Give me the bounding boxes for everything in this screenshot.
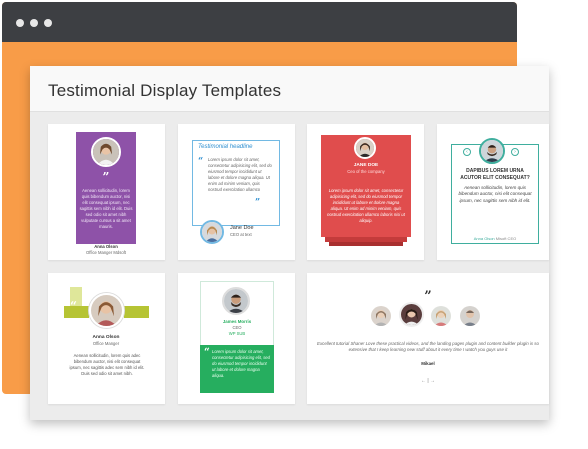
- author-line: Anna Olson Misoft CEO: [455, 236, 535, 241]
- quote-icon: ”: [424, 289, 432, 304]
- avatar: [354, 137, 376, 159]
- avatar: [200, 220, 224, 244]
- stage: Testimonial Display Templates ” Aenean s…: [0, 0, 588, 449]
- author-role: Office Manger Mdsoft: [86, 250, 126, 255]
- testimonial-text: Aenean sollicitudin, lorem quis adec bib…: [69, 353, 145, 376]
- avatar[interactable]: [371, 306, 391, 326]
- testimonial-text: Aenean sollicitudin, lorem quis bibendum…: [458, 185, 532, 203]
- author-name: Jane Doe: [230, 225, 254, 231]
- testimonial-title: DAPIBUS LOREM URNA ACUTOR ELIT CONSEQUAT…: [460, 168, 530, 181]
- author-name: James Morris: [222, 319, 252, 324]
- quote-icon: ”: [102, 170, 110, 184]
- previous-arrow-icon[interactable]: ‹: [463, 148, 471, 156]
- template-card-red[interactable]: JANE DOE Ceo of the company Lorem ipsum …: [307, 124, 424, 260]
- template-card-blue-outline[interactable]: Testimonial headline “ Lorem ipsum dolor…: [178, 124, 295, 260]
- quote-icon: “: [204, 347, 210, 358]
- author-company: WP SUB: [228, 331, 246, 336]
- quote-icon: “: [70, 299, 77, 313]
- author-role: Misoft CEO: [495, 236, 517, 241]
- avatar: [89, 293, 124, 328]
- testimonial-text: Lorem ipsum dolor sit amet, consectetur …: [212, 349, 270, 378]
- carousel-nav[interactable]: ← | →: [407, 378, 449, 384]
- avatar[interactable]: [460, 306, 480, 326]
- template-card-green[interactable]: James Morris CEO WP SUB “ Lorem ipsum do…: [178, 273, 295, 404]
- template-card-teal-slider[interactable]: ‹ › DAPIBUS LOREM URNA ACUTOR ELIT CONSE…: [437, 124, 549, 260]
- avatar[interactable]: [399, 302, 424, 327]
- close-quote-icon: ”: [255, 198, 261, 208]
- template-card-lime[interactable]: “ Anna Olson Office Manger Aenean sollic…: [48, 273, 165, 404]
- next-arrow-icon[interactable]: ›: [511, 148, 519, 156]
- testimonial-text: Aenean sollicitudin, lorem quis bibendum…: [79, 188, 133, 229]
- window-dot-icon: [16, 19, 24, 27]
- panel-header: Testimonial Display Templates: [30, 66, 549, 112]
- open-quote-icon: “: [198, 157, 204, 167]
- avatar: [222, 287, 250, 315]
- testimonial-text: Lorem ipsum dolor sit amet, consectetur …: [208, 157, 272, 192]
- template-card-carousel[interactable]: ” Excellent tutorial Shane! Love these p…: [307, 273, 549, 404]
- author-role: CEO at text: [230, 232, 252, 237]
- templates-panel: Testimonial Display Templates ” Aenean s…: [30, 66, 549, 420]
- avatar: [479, 138, 505, 164]
- testimonial-headline: Testimonial headline: [198, 144, 253, 150]
- author-name: Anna Olson: [473, 236, 495, 241]
- template-card-purple[interactable]: ” Aenean sollicitudin, lorem quis bibend…: [48, 124, 165, 260]
- avatar: [91, 137, 121, 167]
- author-name: Anna Olson: [92, 335, 120, 340]
- testimonial-text: Excellent tutorial Shane! Love these pra…: [317, 341, 539, 353]
- window-dot-icon: [44, 19, 52, 27]
- author-name: Mikael: [421, 361, 435, 366]
- avatar[interactable]: [431, 306, 451, 326]
- author-name: JANE DOE: [353, 163, 379, 168]
- page-title: Testimonial Display Templates: [48, 81, 282, 100]
- author-role: Ceo of the company: [347, 169, 385, 174]
- window-titlebar: [2, 2, 517, 42]
- accent-bar: [124, 306, 149, 318]
- author-role: Office Manger: [92, 341, 120, 346]
- testimonial-text: Lorem ipsum dolor sit amet, consectetur …: [327, 188, 405, 223]
- red-stack-layer: [329, 242, 403, 246]
- window-dot-icon: [30, 19, 38, 27]
